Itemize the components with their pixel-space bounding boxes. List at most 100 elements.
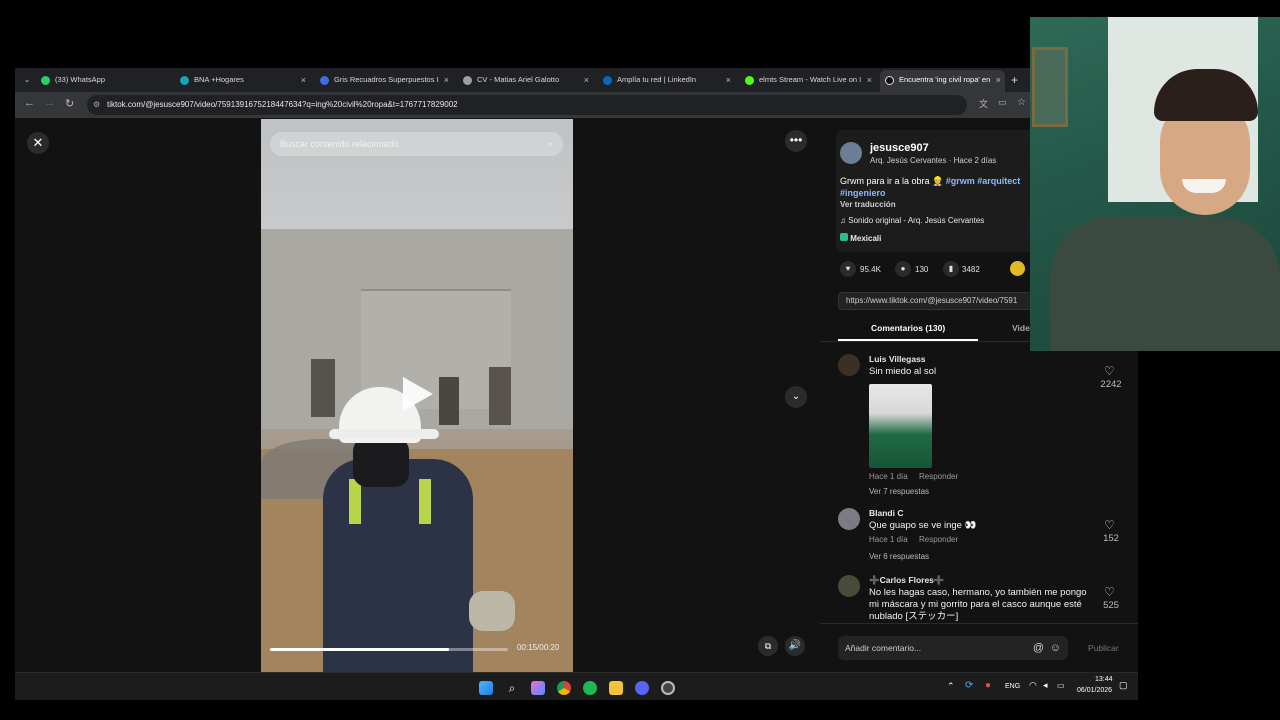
comment-input[interactable]: Añadir comentario... @ ☺ (838, 636, 1068, 660)
avatar[interactable] (838, 575, 860, 597)
save-button[interactable]: ▮ (943, 261, 959, 277)
tab-close-icon[interactable]: × (996, 70, 1001, 90)
tab-close-icon[interactable]: × (301, 70, 306, 90)
app-icon[interactable] (661, 681, 675, 695)
translate-link[interactable]: Ver traducción (840, 200, 896, 209)
discord-icon[interactable] (635, 681, 649, 695)
file-explorer-icon[interactable] (609, 681, 623, 695)
forward-icon[interactable]: → (44, 97, 55, 109)
volume-button[interactable]: 🔊 (785, 636, 805, 656)
speaker-icon[interactable]: ◂ (1043, 680, 1048, 691)
tab-4[interactable]: Amplía tu red | LinkedIn × (598, 70, 735, 92)
tab-label: Encuentra 'ing civil ropa' en (899, 75, 991, 84)
tab-2[interactable]: Gris Recuadros Superpuestos I × (315, 70, 453, 92)
mention-icon[interactable]: @ (1033, 636, 1044, 660)
tab-3[interactable]: CV - Matias Ariel Galotto × (458, 70, 593, 92)
avatar[interactable] (838, 508, 860, 530)
tab-close-icon[interactable]: × (726, 70, 731, 90)
tray-chevron-icon[interactable]: ⌃ (947, 681, 955, 692)
translate-icon[interactable]: 文 (979, 97, 988, 110)
cast-icon[interactable]: ▭ (998, 97, 1007, 108)
back-icon[interactable]: ← (24, 97, 35, 109)
like-button[interactable]: ♥ (840, 261, 856, 277)
hashtags[interactable]: #grwm #arquitect (946, 176, 1021, 186)
tab-label: BNA +Hogares (194, 75, 244, 84)
close-button[interactable]: ✕ (27, 132, 49, 154)
comment-author[interactable]: ➕Carlos Flores➕ (869, 575, 945, 586)
browser-window: ⌄ (33) WhatsApp×BNA +Hogares×Gris Recuad… (15, 68, 1138, 700)
search-icon[interactable]: ⌕ (548, 132, 553, 156)
comment-author[interactable]: Blandi C (869, 508, 903, 518)
address-field[interactable]: ⚙ tiktok.com/@jesusce907/video/759139167… (87, 95, 967, 115)
author-username[interactable]: jesusce907 (870, 142, 929, 154)
avatar[interactable] (838, 354, 860, 376)
tab-label: (33) WhatsApp (55, 75, 106, 84)
tab-favicon-icon (603, 76, 612, 85)
comment-time: Hace 1 día (869, 472, 908, 481)
author-avatar[interactable] (840, 142, 862, 164)
spotify-icon[interactable] (583, 681, 597, 695)
video-player[interactable]: Buscar contenido relacionado ⌕ 00:15/00:… (261, 119, 573, 672)
tab-close-icon[interactable]: × (444, 70, 449, 90)
tab-close-icon[interactable]: × (867, 70, 872, 90)
comment-image[interactable] (869, 384, 932, 468)
heart-icon[interactable]: ♡ (1104, 518, 1115, 532)
worker-body (323, 459, 473, 672)
tab-list-button[interactable]: ⌄ (19, 70, 35, 92)
bookmark-star-icon[interactable]: ☆ (1017, 97, 1026, 108)
clock-time[interactable]: 13:44 (1095, 676, 1113, 683)
clock-date[interactable]: 06/01/2026 (1077, 687, 1112, 694)
tab-1[interactable]: BNA +Hogares × (175, 70, 310, 92)
tab-comments[interactable]: Comentarios (130) (871, 323, 945, 333)
tab-favicon-icon (41, 76, 50, 85)
floating-player-button[interactable]: ⧉ (758, 636, 778, 656)
play-icon[interactable] (403, 377, 433, 411)
more-options-button[interactable]: ••• (785, 130, 807, 152)
language-indicator[interactable]: ENG (1005, 683, 1020, 690)
comment-placeholder: Añadir comentario... (845, 643, 922, 653)
next-video-button[interactable]: ⌄ (785, 386, 807, 408)
sync-icon[interactable]: ⟳ (965, 680, 973, 691)
comment-text: No les hagas caso, hermano, yo también m… (869, 587, 1087, 621)
view-replies-button[interactable]: Ver 7 respuestas (869, 487, 929, 496)
hashtag-ingeniero[interactable]: #ingeniero (840, 188, 886, 198)
copilot-icon[interactable] (531, 681, 545, 695)
author-subtitle: Arq. Jesús Cervantes · Hace 2 días (870, 156, 997, 165)
new-tab-button[interactable]: + (1011, 70, 1025, 92)
tab-favicon-icon (885, 76, 894, 85)
glove (469, 591, 515, 631)
sound-row[interactable]: ♫ Sonido original - Arq. Jesús Cervantes (840, 216, 984, 225)
battery-icon[interactable]: ▭ (1057, 681, 1065, 690)
tab-label: Amplía tu red | LinkedIn (617, 75, 697, 84)
tab-videos[interactable]: Vide (1012, 323, 1030, 333)
heart-icon[interactable]: ♡ (1104, 364, 1115, 378)
comment-author[interactable]: Luis Villegass (869, 354, 926, 364)
tab-favicon-icon (180, 76, 189, 85)
site-info-icon[interactable]: ⚙ (93, 95, 100, 115)
chrome-icon[interactable] (557, 681, 571, 695)
related-search-input[interactable]: Buscar contenido relacionado ⌕ (270, 132, 563, 156)
progress-track[interactable] (270, 648, 508, 651)
search-icon[interactable]: ⌕ (505, 681, 519, 695)
tab-6[interactable]: Encuentra 'ing civil ropa' en × (880, 70, 1005, 92)
windows-start-icon[interactable] (479, 681, 493, 695)
wifi-icon[interactable]: ◠ (1029, 680, 1037, 691)
reload-icon[interactable]: ↻ (65, 97, 74, 110)
emoji-icon[interactable]: ☺ (1050, 636, 1061, 660)
related-search-placeholder: Buscar contenido relacionado (280, 139, 399, 149)
notification-icon[interactable]: ▢ (1119, 680, 1128, 691)
coin-icon[interactable] (1010, 261, 1025, 276)
caption-text: Grwm para ir a la obra 👷 (840, 176, 944, 186)
view-replies-button[interactable]: Ver 6 respuestas (869, 552, 929, 561)
reply-button[interactable]: Responder (919, 472, 958, 481)
publish-button[interactable]: Publicar (1088, 643, 1119, 653)
tab-5[interactable]: elmts Stream - Watch Live on I × (740, 70, 876, 92)
location-row[interactable]: Mexicali (840, 233, 881, 243)
reply-button[interactable]: Responder (919, 535, 958, 544)
tab-0[interactable]: (33) WhatsApp× (36, 70, 191, 92)
tiktok-page: ✕ Buscar contenido relacionado ⌕ 00:15/0… (15, 118, 1138, 672)
mic-icon[interactable]: ● (985, 680, 991, 691)
heart-icon[interactable]: ♡ (1104, 585, 1115, 599)
comment-button[interactable]: ● (895, 261, 911, 277)
tab-close-icon[interactable]: × (584, 70, 589, 90)
